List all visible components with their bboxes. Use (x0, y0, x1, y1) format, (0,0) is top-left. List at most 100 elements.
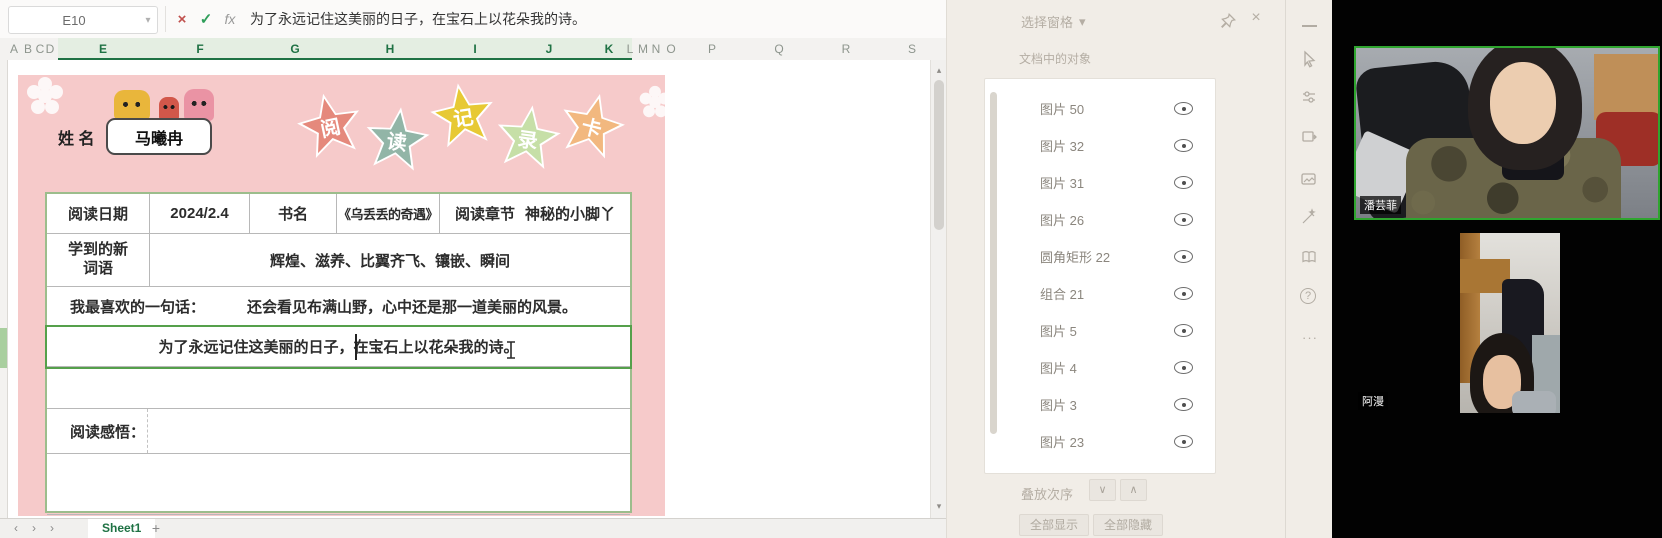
selection-pane-title[interactable]: 选择窗格 ▾ (1021, 12, 1086, 31)
visibility-eye-icon[interactable] (1174, 139, 1193, 152)
object-list-item[interactable]: 图片 50 (985, 90, 1215, 127)
object-label: 图片 31 (1040, 173, 1174, 192)
insert-function-button[interactable]: fx (218, 0, 242, 38)
student-name-label: 姓 名 (58, 125, 94, 149)
selection-pane-title-text: 选择窗格 (1021, 12, 1073, 31)
worksheet-area[interactable]: 姓 名 马曦冉 阅 读 记 录 (8, 60, 930, 518)
column-header-H[interactable]: H (380, 39, 400, 59)
formula-confirm-button[interactable]: ✓ (194, 0, 218, 38)
reference-book-icon[interactable] (1300, 248, 1320, 268)
visibility-eye-icon[interactable] (1174, 361, 1193, 374)
title-star-char: 卡 (552, 86, 632, 166)
title-star-char: 记 (425, 78, 501, 154)
object-label: 图片 4 (1040, 358, 1174, 377)
list-scrollbar[interactable] (990, 92, 997, 434)
sheet-nav-next-icon[interactable]: › (44, 519, 60, 538)
visibility-eye-icon[interactable] (1174, 176, 1193, 189)
date-label: 阅读日期 (47, 194, 150, 233)
object-list-item[interactable]: 图片 31 (985, 164, 1215, 201)
move-down-button[interactable]: ∨ (1089, 479, 1116, 501)
column-header-P[interactable]: P (702, 39, 722, 59)
column-header-Q[interactable]: Q (769, 39, 789, 59)
object-list-item[interactable]: 组合 21 (985, 275, 1215, 312)
object-label: 图片 23 (1040, 432, 1174, 451)
title-star-char: 读 (360, 103, 434, 177)
visibility-eye-icon[interactable] (1174, 213, 1193, 226)
beautify-tools-icon[interactable] (1300, 208, 1320, 228)
scrollbar-thumb[interactable] (934, 80, 944, 230)
column-header-K[interactable]: K (599, 39, 619, 59)
cursor-select-icon[interactable] (1300, 50, 1320, 70)
column-header-R[interactable]: R (836, 39, 856, 59)
sheet-nav-prev-icon[interactable]: › (26, 519, 42, 538)
object-list-item[interactable]: 图片 5 (985, 312, 1215, 349)
cell-name-box[interactable]: E10 ▾ (8, 6, 158, 34)
object-list-item[interactable]: 图片 23 (985, 423, 1215, 460)
move-up-button[interactable]: ∧ (1120, 479, 1147, 501)
picture-viewer-icon[interactable] (1300, 170, 1320, 190)
words-label: 学到的新词语 (63, 241, 133, 279)
row-header-strip[interactable] (0, 60, 8, 518)
participant-name-badge: 阿漫 (1358, 392, 1388, 410)
scroll-up-icon[interactable]: ▴ (931, 62, 947, 78)
book-value: 《乌丢丢的奇遇》 (337, 194, 440, 233)
webcam-tile-active[interactable]: 潘芸菲 (1354, 46, 1660, 220)
table-row-editing-cell[interactable]: 为了永远记住这美丽的日子，在宝石上以花朵我的诗。 (47, 327, 630, 367)
column-header-D[interactable]: D (40, 39, 60, 59)
adjust-sliders-icon[interactable] (1300, 88, 1320, 108)
column-header-S[interactable]: S (902, 39, 922, 59)
right-toolbar: ? ··· (1285, 0, 1332, 538)
object-label: 圆角矩形 22 (1040, 247, 1174, 266)
sheet-nav-first-icon[interactable]: ‹ (8, 519, 24, 538)
visibility-eye-icon[interactable] (1174, 287, 1193, 300)
chevron-down-icon[interactable]: ▾ (1079, 14, 1086, 30)
chevron-down-icon[interactable]: ▾ (139, 15, 157, 26)
add-sheet-button[interactable]: + (148, 519, 164, 538)
more-icon[interactable]: ··· (1300, 330, 1320, 350)
words-value: 辉煌、滋养、比翼齐飞、镶嵌、瞬间 (150, 234, 630, 286)
visibility-eye-icon[interactable] (1174, 324, 1193, 337)
visibility-eye-icon[interactable] (1174, 102, 1193, 115)
sheet-tab-sheet1[interactable]: Sheet1 (88, 519, 155, 538)
video-call-strip: 潘芸菲 阿漫 (1332, 0, 1662, 538)
close-icon[interactable]: × (1247, 9, 1265, 27)
visibility-eye-icon[interactable] (1174, 250, 1193, 263)
column-header-J[interactable]: J (539, 39, 559, 59)
visibility-eye-icon[interactable] (1174, 398, 1193, 411)
object-list-item[interactable]: 图片 3 (985, 386, 1215, 423)
webcam-tile[interactable] (1460, 233, 1560, 413)
pin-icon[interactable] (1219, 12, 1237, 30)
dashed-divider (147, 409, 148, 453)
help-icon[interactable]: ? (1300, 288, 1316, 304)
column-header-O[interactable]: O (661, 39, 681, 59)
words-label-cell: 学到的新词语 (47, 234, 150, 286)
title-star-5: 卡 (552, 86, 632, 166)
monster-yellow-icon (114, 90, 150, 120)
object-list-item[interactable]: 图片 4 (985, 349, 1215, 386)
table-row-empty[interactable] (47, 454, 630, 515)
object-list-item[interactable]: 图片 32 (985, 127, 1215, 164)
collapse-toolbar-icon[interactable] (1300, 16, 1320, 36)
scroll-down-icon[interactable]: ▾ (931, 498, 947, 514)
visibility-eye-icon[interactable] (1174, 435, 1193, 448)
hide-all-button[interactable]: 全部隐藏 (1093, 514, 1163, 536)
formula-bar-input[interactable]: 为了永远记住这美丽的日子，在宝石上以花朵我的诗。 (250, 0, 586, 38)
face-shape (1490, 62, 1556, 144)
column-header-G[interactable]: G (285, 39, 305, 59)
column-header-I[interactable]: I (465, 39, 485, 59)
selection-pane: 选择窗格 ▾ × 文档中的对象 图片 50 图片 32 图片 31 (946, 0, 1285, 538)
column-headers[interactable]: ABCDEFGHIJKLMNOPQRS (0, 38, 950, 61)
vertical-scrollbar[interactable]: ▴ ▾ (930, 60, 947, 518)
switch-window-icon[interactable] (1300, 128, 1320, 148)
table-row-empty[interactable] (47, 367, 630, 409)
book-label: 书名 (250, 194, 337, 233)
object-list-item[interactable]: 图片 26 (985, 201, 1215, 238)
column-header-E[interactable]: E (93, 39, 113, 59)
show-all-button[interactable]: 全部显示 (1019, 514, 1089, 536)
column-header-F[interactable]: F (190, 39, 210, 59)
formula-cancel-button[interactable]: × (170, 0, 194, 38)
object-list-item[interactable]: 圆角矩形 22 (985, 238, 1215, 275)
object-list: 图片 50 图片 32 图片 31 图片 26 圆角矩形 22 组合 21 (984, 78, 1216, 474)
title-star-1: 阅 (291, 87, 369, 165)
flower-decoration-icon (639, 86, 671, 118)
